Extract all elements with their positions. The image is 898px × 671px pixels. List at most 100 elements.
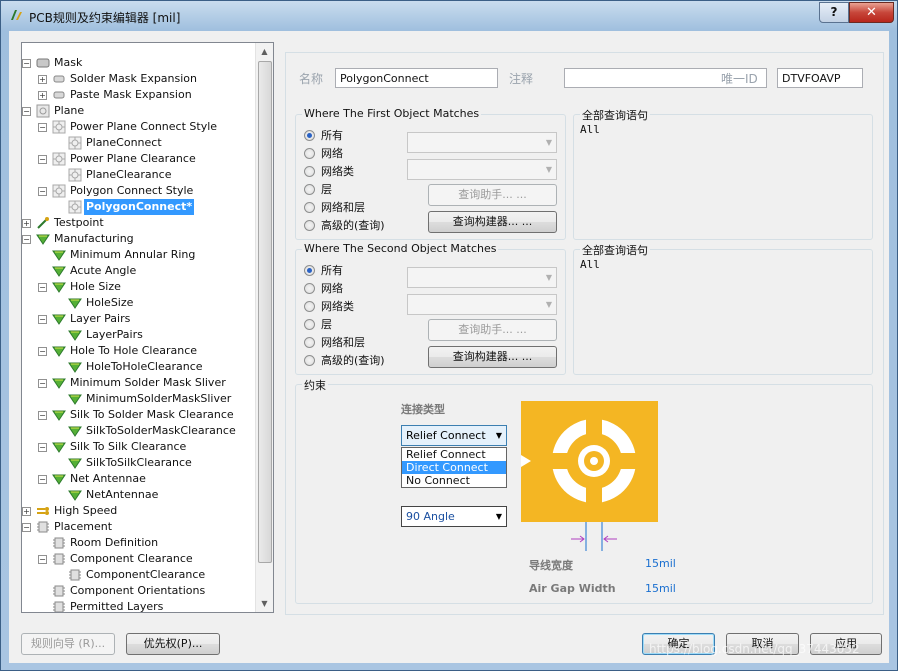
expand-icon[interactable]: + xyxy=(22,219,31,228)
scroll-thumb[interactable] xyxy=(258,61,272,563)
close-button[interactable]: ✕ xyxy=(849,2,894,23)
connect-type-option[interactable]: Relief Connect xyxy=(402,448,506,461)
tree-item[interactable]: − Polygon Connect Style xyxy=(38,183,256,199)
expand-icon[interactable]: + xyxy=(38,91,47,100)
radio-icon[interactable] xyxy=(304,184,315,195)
tree-item-label: Room Definition xyxy=(70,536,159,549)
radio-icon[interactable] xyxy=(304,355,315,366)
tree-item[interactable]: − Net Antennae xyxy=(38,471,256,487)
radio-icon[interactable] xyxy=(304,220,315,231)
connect-type-dropdown[interactable]: Relief Connect Direct Connect No Connect xyxy=(401,447,507,488)
collapse-icon[interactable]: − xyxy=(38,187,47,196)
tree-item[interactable]: NetAntennae xyxy=(54,487,256,503)
radio-icon[interactable] xyxy=(304,148,315,159)
scroll-down-icon[interactable]: ▼ xyxy=(256,595,273,612)
connect-type-option[interactable]: No Connect xyxy=(402,474,506,487)
collapse-icon[interactable]: − xyxy=(22,523,31,532)
tree-item[interactable]: LayerPairs xyxy=(54,327,256,343)
conductor-width-value[interactable]: 15mil xyxy=(645,557,676,570)
radio-icon[interactable] xyxy=(304,265,315,276)
tree-item[interactable]: Minimum Annular Ring xyxy=(38,247,256,263)
pcb-rules-icon xyxy=(11,10,22,20)
expand-icon[interactable]: + xyxy=(38,75,47,84)
tree-item[interactable]: − Power Plane Connect Style xyxy=(38,119,256,135)
first-full-query-caption: 全部查询语句 xyxy=(580,107,650,123)
tree-item[interactable]: − Silk To Silk Clearance xyxy=(38,439,256,455)
tree-item[interactable]: Acute Angle xyxy=(38,263,256,279)
connect-type-option[interactable]: Direct Connect xyxy=(402,461,506,474)
rule-wizard-button: 规则向导 (R)... xyxy=(21,633,115,655)
collapse-icon[interactable]: − xyxy=(38,555,47,564)
second-full-query-box[interactable]: 全部查询语句 All xyxy=(573,242,873,375)
tree-item[interactable]: Room Definition xyxy=(38,535,256,551)
tree-scrollbar[interactable]: ▲ ▼ xyxy=(255,43,273,612)
help-button[interactable]: ? xyxy=(819,2,849,23)
tree-item[interactable]: Component Orientations xyxy=(38,583,256,599)
tree-item[interactable]: − Plane xyxy=(22,103,256,119)
tree-item[interactable]: − Layer Pairs xyxy=(38,311,256,327)
expand-icon[interactable]: + xyxy=(22,507,31,516)
tree-item[interactable]: + Solder Mask Expansion xyxy=(38,71,256,87)
radio-label: 网络类 xyxy=(321,300,354,313)
collapse-icon[interactable]: − xyxy=(38,443,47,452)
radio-icon[interactable] xyxy=(304,130,315,141)
name-input[interactable]: PolygonConnect xyxy=(335,68,498,88)
tree-item[interactable]: − Component Clearance xyxy=(38,551,256,567)
radio-icon[interactable] xyxy=(304,202,315,213)
tree-item[interactable]: − Mask xyxy=(22,55,256,71)
title-bar: PCB规则及约束编辑器 [mil] ? ✕ xyxy=(1,1,897,31)
angle-select[interactable]: 90 Angle ▼ xyxy=(401,506,507,527)
tree-item[interactable]: − Placement xyxy=(22,519,256,535)
first-full-query-box[interactable]: 全部查询语句 All xyxy=(573,107,873,240)
tree-item[interactable]: HoleToHoleClearance xyxy=(54,359,256,375)
tree-item[interactable]: MinimumSolderMaskSliver xyxy=(54,391,256,407)
unique-id-label: 唯一ID xyxy=(721,72,758,86)
air-gap-width-value[interactable]: 15mil xyxy=(645,582,676,595)
collapse-icon[interactable]: − xyxy=(38,475,47,484)
tree-item[interactable]: PlaneConnect xyxy=(54,135,256,151)
tree-item[interactable]: − Silk To Solder Mask Clearance xyxy=(38,407,256,423)
tree-item[interactable]: + Paste Mask Expansion xyxy=(38,87,256,103)
tree-item[interactable]: SilkToSilkClearance xyxy=(54,455,256,471)
collapse-icon[interactable]: − xyxy=(38,379,47,388)
priorities-button[interactable]: 优先权(P)... xyxy=(126,633,220,655)
connect-type-select[interactable]: Relief Connect ▼ xyxy=(401,425,507,446)
tree-item[interactable]: − Hole Size xyxy=(38,279,256,295)
tree-item[interactable]: SilkToSolderMaskClearance xyxy=(54,423,256,439)
collapse-icon[interactable]: − xyxy=(38,283,47,292)
tree-item-label: Permitted Layers xyxy=(70,600,164,612)
tree-item[interactable]: HoleSize xyxy=(54,295,256,311)
tree-item[interactable]: Permitted Layers xyxy=(38,599,256,612)
collapse-icon[interactable]: − xyxy=(38,411,47,420)
collapse-icon[interactable]: − xyxy=(38,123,47,132)
collapse-icon[interactable]: − xyxy=(22,59,31,68)
scroll-up-icon[interactable]: ▲ xyxy=(256,43,273,60)
via-hole xyxy=(590,457,598,465)
tree-item[interactable]: PlaneClearance xyxy=(54,167,256,183)
radio-icon[interactable] xyxy=(304,319,315,330)
tree-item[interactable]: PolygonConnect* xyxy=(54,199,256,215)
tree-item[interactable]: − Minimum Solder Mask Sliver xyxy=(38,375,256,391)
air-gap-width-label: Air Gap Width xyxy=(529,582,616,595)
radio-icon[interactable] xyxy=(304,301,315,312)
tree-item[interactable]: + Testpoint xyxy=(22,215,256,231)
collapse-icon[interactable]: − xyxy=(22,235,31,244)
collapse-icon[interactable]: − xyxy=(38,315,47,324)
tree-item-label: LayerPairs xyxy=(86,328,143,341)
tree-item[interactable]: − Power Plane Clearance xyxy=(38,151,256,167)
tree-item[interactable]: − Hole To Hole Clearance xyxy=(38,343,256,359)
tree-item[interactable]: ComponentClearance xyxy=(54,567,256,583)
radio-icon[interactable] xyxy=(304,337,315,348)
first-query-builder-button[interactable]: 查询构建器... ... xyxy=(428,211,557,233)
collapse-icon[interactable]: − xyxy=(38,347,47,356)
radio-label: 网络和层 xyxy=(321,336,365,349)
tree-item[interactable]: − Manufacturing xyxy=(22,231,256,247)
second-query-builder-button[interactable]: 查询构建器... ... xyxy=(428,346,557,368)
radio-icon[interactable] xyxy=(304,283,315,294)
tree-item[interactable]: + High Speed xyxy=(22,503,256,519)
collapse-icon[interactable]: − xyxy=(38,155,47,164)
rules-tree[interactable]: − Mask + Solder Mask Expansion + Paste Mask E… xyxy=(21,42,274,613)
unique-id-input[interactable]: DTVFOAVP xyxy=(777,68,863,88)
collapse-icon[interactable]: − xyxy=(22,107,31,116)
radio-icon[interactable] xyxy=(304,166,315,177)
